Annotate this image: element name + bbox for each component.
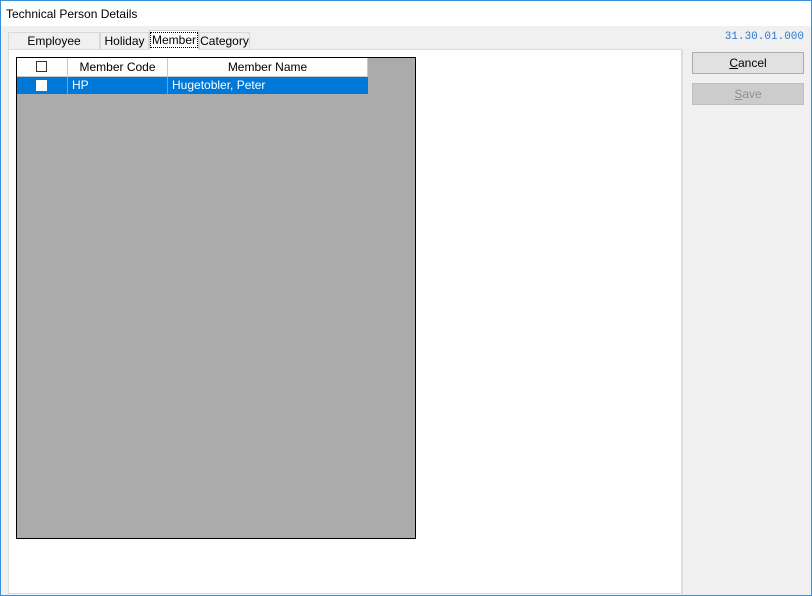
cancel-button[interactable]: Cancel [692,52,804,74]
header-member-code[interactable]: Member Code [68,58,168,76]
member-grid[interactable]: Member Code Member Name HP Hugetobler, P… [16,57,416,539]
cancel-accelerator: C [729,56,738,70]
tab-category[interactable]: Category [199,32,250,49]
table-row[interactable]: HP Hugetobler, Peter [17,77,368,94]
row-checkbox[interactable] [36,80,47,91]
save-label: ave [742,87,762,101]
window-title: Technical Person Details [6,7,138,21]
header-member-name[interactable]: Member Name [168,58,368,76]
tab-label: Category [200,34,249,48]
cell-member-name[interactable]: Hugetobler, Peter [168,77,368,94]
select-all-checkbox[interactable] [36,61,47,72]
tab-label: Holiday [104,34,145,48]
row-checkbox-cell [17,77,68,94]
title-bar: Technical Person Details [1,1,811,26]
version-label: 31.30.01.000 [724,31,804,43]
cell-member-code[interactable]: HP [68,77,168,94]
action-panel [682,49,811,594]
select-all-header [17,58,68,76]
tab-employee-details[interactable]: Employee Details [8,32,100,65]
cancel-label: ancel [737,56,767,70]
save-button[interactable]: Save [692,83,804,105]
tab-member[interactable]: Member [149,30,199,50]
tab-label: Member [149,32,199,48]
grid-header: Member Code Member Name [17,58,368,77]
tab-holiday[interactable]: Holiday [100,32,149,49]
